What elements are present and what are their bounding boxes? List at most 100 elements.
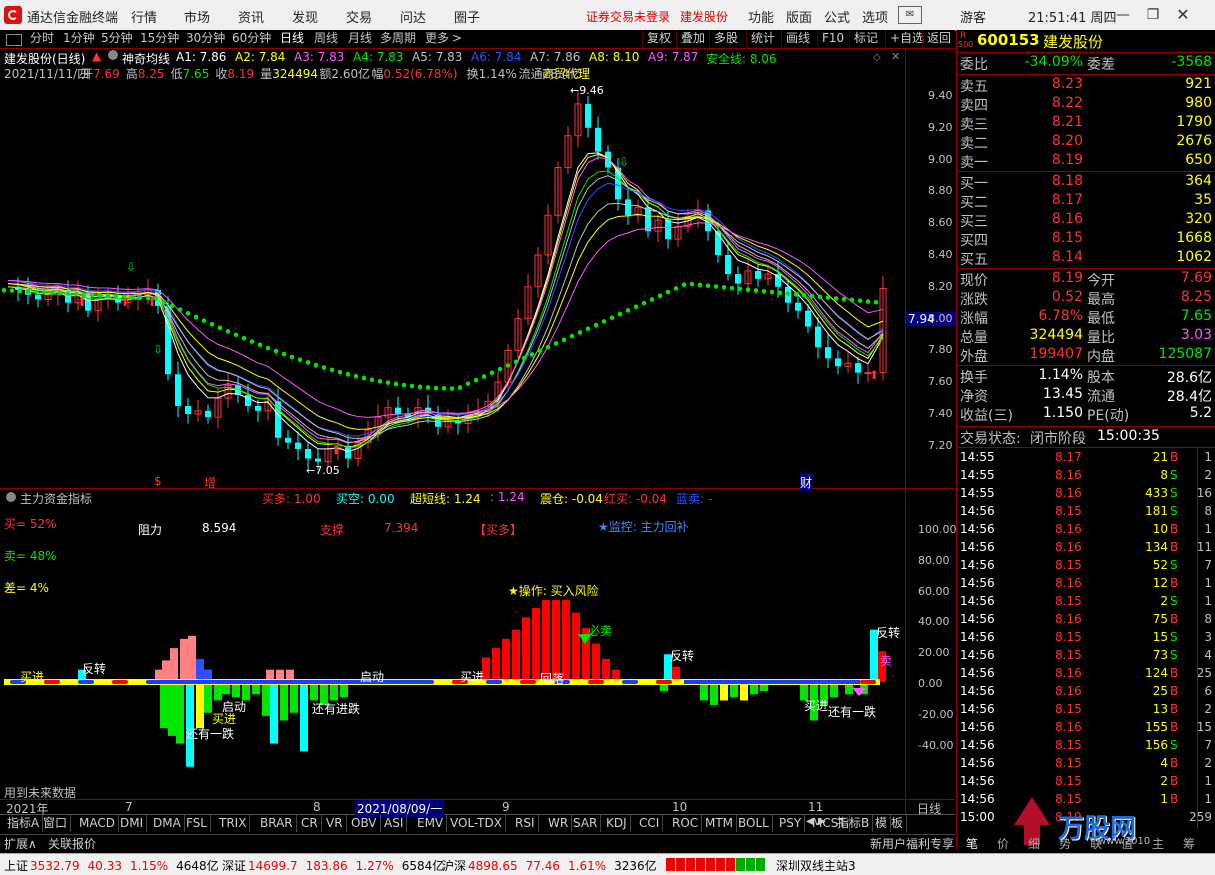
panel-tab-4[interactable]: 联 bbox=[1090, 835, 1102, 852]
diamond-icon[interactable]: ◇ bbox=[873, 52, 881, 63]
period-tab-3[interactable]: 15分钟 bbox=[140, 30, 179, 47]
chart-close-icon[interactable]: ✕ bbox=[891, 50, 900, 63]
period-tab-5[interactable]: 60分钟 bbox=[232, 30, 271, 47]
menu-0[interactable]: 行情 bbox=[131, 7, 157, 26]
current-stock-name[interactable]: 建发股份 bbox=[680, 8, 728, 25]
indicator-tab-6[interactable]: TRIX bbox=[216, 815, 251, 832]
mail-icon[interactable]: ✉ bbox=[898, 6, 922, 24]
menu-2[interactable]: 资讯 bbox=[238, 7, 264, 26]
bid-level-1[interactable]: 买一 8.18 364 bbox=[957, 173, 1215, 192]
indicator-tab-5[interactable]: FSL bbox=[183, 815, 211, 832]
ask-level-2[interactable]: 卖二 8.20 2676 bbox=[957, 133, 1215, 152]
menu-1[interactable]: 市场 bbox=[184, 7, 210, 26]
login-notice[interactable]: 证券交易未登录 bbox=[586, 8, 670, 25]
indicator-tab-20[interactable]: MTM bbox=[702, 815, 738, 832]
toolbar-btn-6[interactable]: 标记 bbox=[849, 30, 882, 47]
indicator-tab-17[interactable]: KDJ bbox=[603, 815, 631, 832]
event-label-dividend[interactable]: $ bbox=[154, 474, 162, 488]
panel-tab-0[interactable]: 笔 bbox=[966, 835, 978, 852]
toolbar-btn-4[interactable]: 画线 bbox=[781, 30, 814, 47]
indicator-tab-0[interactable]: 指标A bbox=[4, 815, 44, 832]
indicator-tab-right-2[interactable]: 板 bbox=[888, 815, 908, 832]
index-quote-1[interactable]: 深证 14699.7 183.86 1.27% 6584亿 bbox=[222, 857, 444, 874]
minimize-icon[interactable]: — bbox=[1110, 5, 1136, 25]
indicator-tab-14[interactable]: RSI bbox=[512, 815, 539, 832]
menu-right-1[interactable]: 版面 bbox=[786, 7, 812, 26]
indicator-tab-right-0[interactable]: 指标B bbox=[834, 815, 874, 832]
more-arrow-icon[interactable]: > bbox=[452, 30, 462, 47]
bid-level-3[interactable]: 买三 8.16 320 bbox=[957, 211, 1215, 230]
indicator-tab-13[interactable]: VOL-TDX bbox=[447, 815, 506, 832]
indicator-tab-22[interactable]: PSY bbox=[776, 815, 806, 832]
candlestick-chart[interactable]: ⬆ ⬆ ⬆ ⬆ ⬆ ⇩ ⇩ ⇩ bbox=[0, 80, 905, 488]
bid-level-2[interactable]: 买二 8.17 35 bbox=[957, 192, 1215, 211]
panel-tab-1[interactable]: 价 bbox=[997, 835, 1009, 852]
indicator-tab-21[interactable]: BOLL bbox=[735, 815, 773, 832]
panel-tab-6[interactable]: 主 bbox=[1152, 835, 1164, 852]
panel-tab-2[interactable]: 细 bbox=[1028, 835, 1040, 852]
sub-chart-title[interactable]: 主力资金指标 bbox=[20, 490, 92, 507]
toolbar-btn-2[interactable]: 多股 bbox=[709, 30, 742, 47]
period-tab-9[interactable]: 多周期 bbox=[380, 30, 416, 47]
toolbar-btn-3[interactable]: 统计 bbox=[746, 30, 779, 47]
indicator-tab-12[interactable]: EMV bbox=[414, 815, 448, 832]
tab-scroll-left-icon[interactable]: ◀ bbox=[806, 816, 814, 827]
maximize-icon[interactable]: ❐ bbox=[1140, 5, 1166, 25]
extension-btn-0[interactable]: 扩展∧ bbox=[4, 835, 37, 852]
ask-level-4[interactable]: 卖四 8.22 980 bbox=[957, 95, 1215, 114]
period-tab-8[interactable]: 月线 bbox=[348, 30, 372, 47]
menu-5[interactable]: 问达 bbox=[400, 7, 426, 26]
indicator-tab-9[interactable]: VR bbox=[323, 815, 347, 832]
menu-3[interactable]: 发现 bbox=[292, 7, 318, 26]
period-tab-6[interactable]: 日线 bbox=[280, 30, 304, 47]
menu-6[interactable]: 圈子 bbox=[454, 7, 480, 26]
indicator-tab-19[interactable]: ROC bbox=[669, 815, 703, 832]
close-icon[interactable]: ✕ bbox=[1170, 5, 1196, 25]
ask-level-1[interactable]: 卖一 8.19 650 bbox=[957, 152, 1215, 171]
prev-arrow-icon[interactable]: ▲ bbox=[92, 49, 101, 63]
bid-level-5[interactable]: 买五 8.14 1062 bbox=[957, 249, 1215, 268]
toolbar-left-icon[interactable] bbox=[6, 34, 22, 46]
ask-level-5[interactable]: 卖五 8.23 921 bbox=[957, 76, 1215, 95]
indicator-tab-11[interactable]: ASI bbox=[381, 815, 408, 832]
toolbar-btn-1[interactable]: 叠加 bbox=[676, 30, 709, 47]
promo-link[interactable]: 新用户福利专享 bbox=[870, 835, 954, 852]
index-quote-0[interactable]: 上证 3532.79 40.33 1.15% 4648亿 bbox=[4, 857, 219, 874]
tick-scrollbar[interactable] bbox=[1197, 448, 1215, 828]
sub-settings-icon[interactable] bbox=[6, 492, 16, 502]
indicator-tab-16[interactable]: SAR bbox=[570, 815, 602, 832]
period-tab-4[interactable]: 30分钟 bbox=[186, 30, 225, 47]
period-tab-2[interactable]: 5分钟 bbox=[101, 30, 133, 47]
settings-icon[interactable] bbox=[108, 50, 118, 60]
panel-tab-5[interactable]: 值 bbox=[1121, 835, 1133, 852]
menu-4[interactable]: 交易 bbox=[346, 7, 372, 26]
period-tab-7[interactable]: 周线 bbox=[314, 30, 338, 47]
period-tab-10[interactable]: 更多 bbox=[425, 30, 449, 47]
indicator-tab-7[interactable]: BRAR bbox=[257, 815, 297, 832]
toolbar-btn-8[interactable]: 返回 bbox=[922, 30, 955, 47]
toolbar-btn-0[interactable]: 复权 bbox=[642, 30, 675, 47]
indicator-tab-10[interactable]: OBV bbox=[348, 815, 381, 832]
indicator-tab-3[interactable]: DMI bbox=[117, 815, 148, 832]
menu-right-0[interactable]: 功能 bbox=[748, 7, 774, 26]
indicator-tab-18[interactable]: CCI bbox=[636, 815, 664, 832]
indicator-tab-2[interactable]: MACD bbox=[76, 815, 119, 832]
extension-btn-1[interactable]: 关联报价 bbox=[48, 835, 96, 852]
period-tab-1[interactable]: 1分钟 bbox=[63, 30, 95, 47]
menu-right-2[interactable]: 公式 bbox=[824, 7, 850, 26]
index-quote-2[interactable]: 沪深 4898.65 77.46 1.61% 3236亿 bbox=[442, 857, 657, 874]
panel-tab-3[interactable]: 势 bbox=[1059, 835, 1071, 852]
menu-right-3[interactable]: 选项 bbox=[862, 7, 888, 26]
capital-flow-chart[interactable] bbox=[0, 600, 905, 800]
panel-tab-7[interactable]: 筹 bbox=[1183, 835, 1195, 852]
bid-level-4[interactable]: 买四 8.15 1668 bbox=[957, 230, 1215, 249]
toolbar-btn-5[interactable]: F10 bbox=[817, 30, 848, 47]
server-label[interactable]: 深圳双线主站3 bbox=[776, 857, 856, 874]
indicator-tab-8[interactable]: CR bbox=[298, 815, 322, 832]
event-label-finance[interactable]: 财 bbox=[800, 474, 813, 491]
period-tab-0[interactable]: 分时 bbox=[30, 30, 54, 47]
event-label-increase[interactable]: 增 bbox=[204, 474, 216, 491]
ask-level-3[interactable]: 卖三 8.21 1790 bbox=[957, 114, 1215, 133]
indicator-tab-4[interactable]: DMA bbox=[150, 815, 185, 832]
indicator-tab-1[interactable]: 窗口 bbox=[40, 815, 72, 832]
